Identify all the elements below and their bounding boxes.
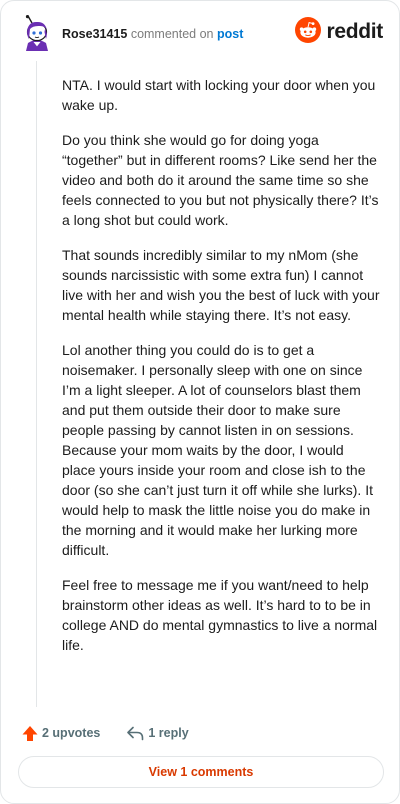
comment-paragraph: Lol another thing you could do is to get…: [62, 342, 373, 558]
reply-arrow-icon: [126, 725, 144, 741]
comment-paragraph: That sounds incredibly similar to my nMo…: [62, 247, 380, 323]
thread-line: [36, 61, 37, 707]
comment-paragraph: Do you think she would go for doing yoga…: [62, 132, 379, 228]
comment-paragraph: Feel free to message me if you want/need…: [62, 577, 378, 653]
post-link[interactable]: post: [217, 27, 243, 41]
upvotes-count: 2 upvotes: [42, 726, 101, 740]
reddit-wordmark: reddit: [326, 20, 383, 43]
comment-actions: 2 upvotes 1 reply: [18, 722, 189, 744]
upvote-button[interactable]: 2 upvotes: [18, 725, 100, 742]
comment-meta: Rose31415 commented on post: [62, 26, 243, 42]
reddit-logo-icon: [295, 16, 322, 48]
upvote-arrow-icon: [22, 725, 38, 742]
snoo-avatar-icon[interactable]: [21, 15, 53, 51]
reply-count: 1 reply: [148, 726, 189, 740]
comment-paragraph: NTA. I would start with locking your doo…: [62, 77, 376, 113]
comment-header: Rose31415 commented on post reddit: [21, 15, 383, 51]
reddit-logo[interactable]: reddit: [295, 16, 383, 48]
username-link[interactable]: Rose31415: [62, 27, 127, 41]
comment-card: Rose31415 commented on post reddit NTA. …: [0, 0, 400, 804]
view-comments-button[interactable]: View 1 comments: [18, 756, 384, 788]
action-text: commented on: [130, 27, 214, 41]
comment-body: NTA. I would start with locking your doo…: [62, 75, 380, 670]
reply-button[interactable]: 1 reply: [122, 725, 189, 741]
